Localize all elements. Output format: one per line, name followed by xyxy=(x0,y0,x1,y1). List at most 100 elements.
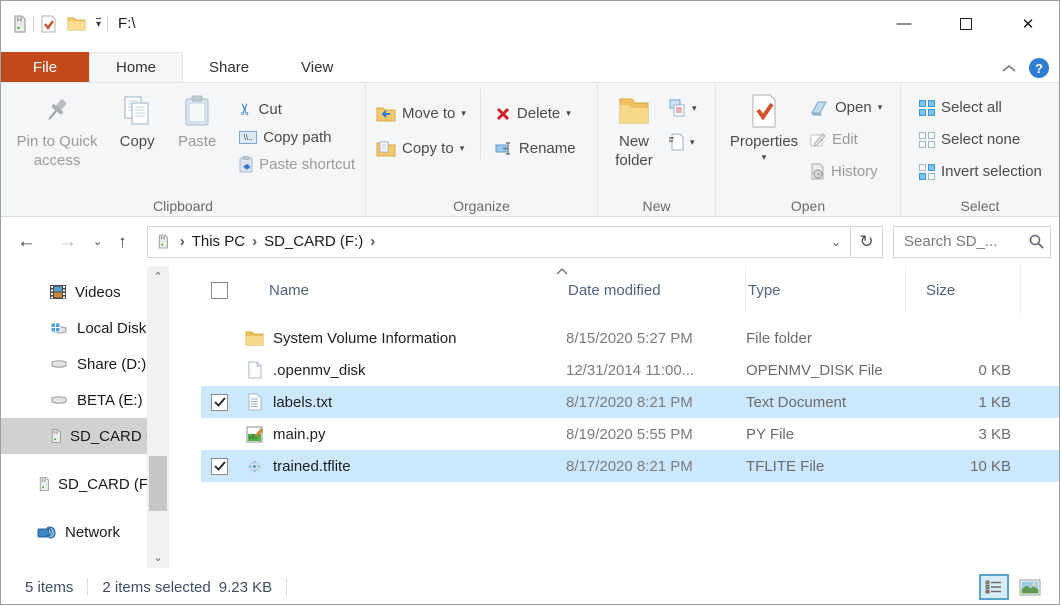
scrollbar-thumb[interactable] xyxy=(149,456,167,510)
sidebar-item-share-d[interactable]: Share (D:) xyxy=(1,346,169,382)
divider xyxy=(107,16,108,32)
main-content: Videos Local Disk ( Share (D:) BETA (E:)… xyxy=(1,266,1059,568)
videos-icon xyxy=(49,284,67,300)
sidebar-scrollbar[interactable]: ⌃ ⌄ xyxy=(147,266,169,568)
easy-access-icon xyxy=(668,99,686,117)
tab-view[interactable]: View xyxy=(275,52,359,82)
breadcrumb-sd-card[interactable]: SD_CARD (F:) xyxy=(264,233,363,250)
window-controls: — ✕ xyxy=(873,1,1059,46)
search-input[interactable] xyxy=(904,233,1029,250)
python-file-icon xyxy=(241,426,267,443)
address-bar[interactable]: › This PC › SD_CARD (F:) › ⌄ ↻ xyxy=(147,226,883,258)
tab-home[interactable]: Home xyxy=(89,52,183,82)
close-button[interactable]: ✕ xyxy=(997,1,1059,46)
ribbon-group-open: Properties ▾ Open ▾ Edit Histo xyxy=(716,83,901,216)
table-row[interactable]: .openmv_disk 12/31/2014 11:00... OPENMV_… xyxy=(201,354,1059,386)
list-header: Name Date modified Type Size xyxy=(201,266,1059,314)
column-header-date-modified[interactable]: Date modified xyxy=(566,266,746,314)
properties-button[interactable]: Properties ▾ xyxy=(722,89,806,167)
edit-button[interactable]: Edit xyxy=(806,129,886,150)
move-to-button[interactable]: Move to ▾ xyxy=(372,103,470,124)
selected-size: 9.23 KB xyxy=(219,579,272,596)
column-header-name[interactable]: Name xyxy=(267,266,566,314)
new-folder-button[interactable]: New folder xyxy=(604,89,664,175)
chevron-down-icon: ▾ xyxy=(762,152,767,163)
recent-locations-icon[interactable]: ⌄ xyxy=(91,235,104,248)
large-icons-view-button[interactable] xyxy=(1015,574,1045,600)
select-all-button[interactable]: Select all xyxy=(915,97,1046,118)
sidebar-item-sd-card-f-selected[interactable]: SD_CARD (F xyxy=(1,418,169,454)
maximize-button[interactable] xyxy=(935,1,997,46)
qat-properties-icon[interactable] xyxy=(40,15,57,33)
address-dropdown-icon[interactable]: ⌄ xyxy=(822,227,850,257)
tflite-file-icon xyxy=(241,458,267,475)
copy-to-icon xyxy=(376,141,396,157)
history-button[interactable]: History xyxy=(806,161,886,182)
blank-file-icon xyxy=(241,361,267,379)
search-box[interactable] xyxy=(893,226,1051,258)
row-checkbox-checked[interactable] xyxy=(211,458,228,475)
paste-button[interactable]: Paste xyxy=(167,89,227,156)
navigation-bar: ← → ⌄ ↑ › This PC › SD_CARD (F:) › ⌄ ↻ xyxy=(1,217,1059,266)
sidebar-item-network[interactable]: Network xyxy=(1,514,169,550)
details-view-button[interactable] xyxy=(979,574,1009,600)
sidebar-item-sd-card-f[interactable]: SD_CARD (F:) xyxy=(1,466,169,502)
pin-to-quick-access-button[interactable]: Pin to Quick access xyxy=(7,89,107,175)
rename-icon xyxy=(495,141,513,156)
maximize-icon xyxy=(960,18,972,30)
local-disk-icon xyxy=(49,321,69,335)
paste-shortcut-button[interactable]: Paste shortcut xyxy=(235,154,359,175)
table-row[interactable]: trained.tflite 8/17/2020 8:21 PM TFLITE … xyxy=(201,450,1059,482)
table-row[interactable]: labels.txt 8/17/2020 8:21 PM Text Docume… xyxy=(201,386,1059,418)
header-checkbox[interactable] xyxy=(211,282,228,299)
up-icon[interactable]: ↑ xyxy=(110,232,135,252)
history-icon xyxy=(810,163,825,180)
easy-access-button[interactable]: ▾ xyxy=(664,97,701,119)
row-checkbox-checked[interactable] xyxy=(211,394,228,411)
back-icon[interactable]: ← xyxy=(9,231,44,253)
scroll-down-icon[interactable]: ⌄ xyxy=(153,547,162,568)
cut-button[interactable]: ✂ Cut xyxy=(235,97,359,121)
qat-customize-dropdown-icon[interactable]: ▾ xyxy=(96,18,101,30)
select-all-icon xyxy=(919,100,935,116)
invert-selection-button[interactable]: Invert selection xyxy=(915,161,1046,182)
ribbon: Pin to Quick access Copy Paste ✂ Cut \\.… xyxy=(1,82,1059,217)
search-icon[interactable] xyxy=(1029,234,1044,249)
help-icon[interactable]: ? xyxy=(1029,58,1049,78)
chevron-down-icon: ▾ xyxy=(460,143,465,154)
select-none-button[interactable]: Select none xyxy=(915,129,1046,150)
sidebar-item-beta-e[interactable]: BETA (E:) xyxy=(1,382,169,418)
tab-file[interactable]: File xyxy=(1,52,89,82)
paste-icon xyxy=(184,93,210,129)
copy-to-button[interactable]: Copy to ▾ xyxy=(372,138,470,159)
table-row[interactable]: System Volume Information 8/15/2020 5:27… xyxy=(201,322,1059,354)
new-folder-icon xyxy=(616,93,652,129)
edit-icon xyxy=(810,132,826,148)
chevron-down-icon: ▾ xyxy=(690,137,695,148)
move-to-icon xyxy=(376,106,396,122)
tab-share[interactable]: Share xyxy=(183,52,275,82)
copy-path-icon: \\.. xyxy=(239,131,257,144)
copy-button[interactable]: Copy xyxy=(107,89,167,156)
title-bar: ▾ F:\ — ✕ xyxy=(1,1,1059,46)
sidebar-item-videos[interactable]: Videos xyxy=(1,274,169,310)
rename-button[interactable]: Rename xyxy=(491,138,580,159)
scroll-up-icon[interactable]: ⌃ xyxy=(153,266,162,287)
qat-new-folder-icon[interactable] xyxy=(67,16,86,31)
table-row[interactable]: main.py 8/19/2020 5:55 PM PY File 3 KB xyxy=(201,418,1059,450)
breadcrumb-this-pc[interactable]: This PC xyxy=(192,233,245,250)
forward-icon[interactable]: → xyxy=(50,231,85,253)
refresh-icon[interactable]: ↻ xyxy=(850,227,882,257)
delete-button[interactable]: Delete ▾ xyxy=(491,103,580,124)
open-button[interactable]: Open ▾ xyxy=(806,97,886,118)
sidebar-item-local-disk[interactable]: Local Disk ( xyxy=(1,310,169,346)
minimize-button[interactable]: — xyxy=(873,1,935,46)
collapse-ribbon-icon[interactable] xyxy=(1001,64,1017,73)
column-header-size[interactable]: Size xyxy=(906,266,1021,314)
sd-card-icon xyxy=(37,476,50,492)
ribbon-tab-row: File Home Share View ? xyxy=(1,46,1059,82)
selected-count: 2 items selected xyxy=(102,579,210,596)
column-header-type[interactable]: Type xyxy=(746,266,906,314)
new-item-button[interactable]: ▾ xyxy=(664,131,701,153)
copy-path-button[interactable]: \\.. Copy path xyxy=(235,127,359,148)
